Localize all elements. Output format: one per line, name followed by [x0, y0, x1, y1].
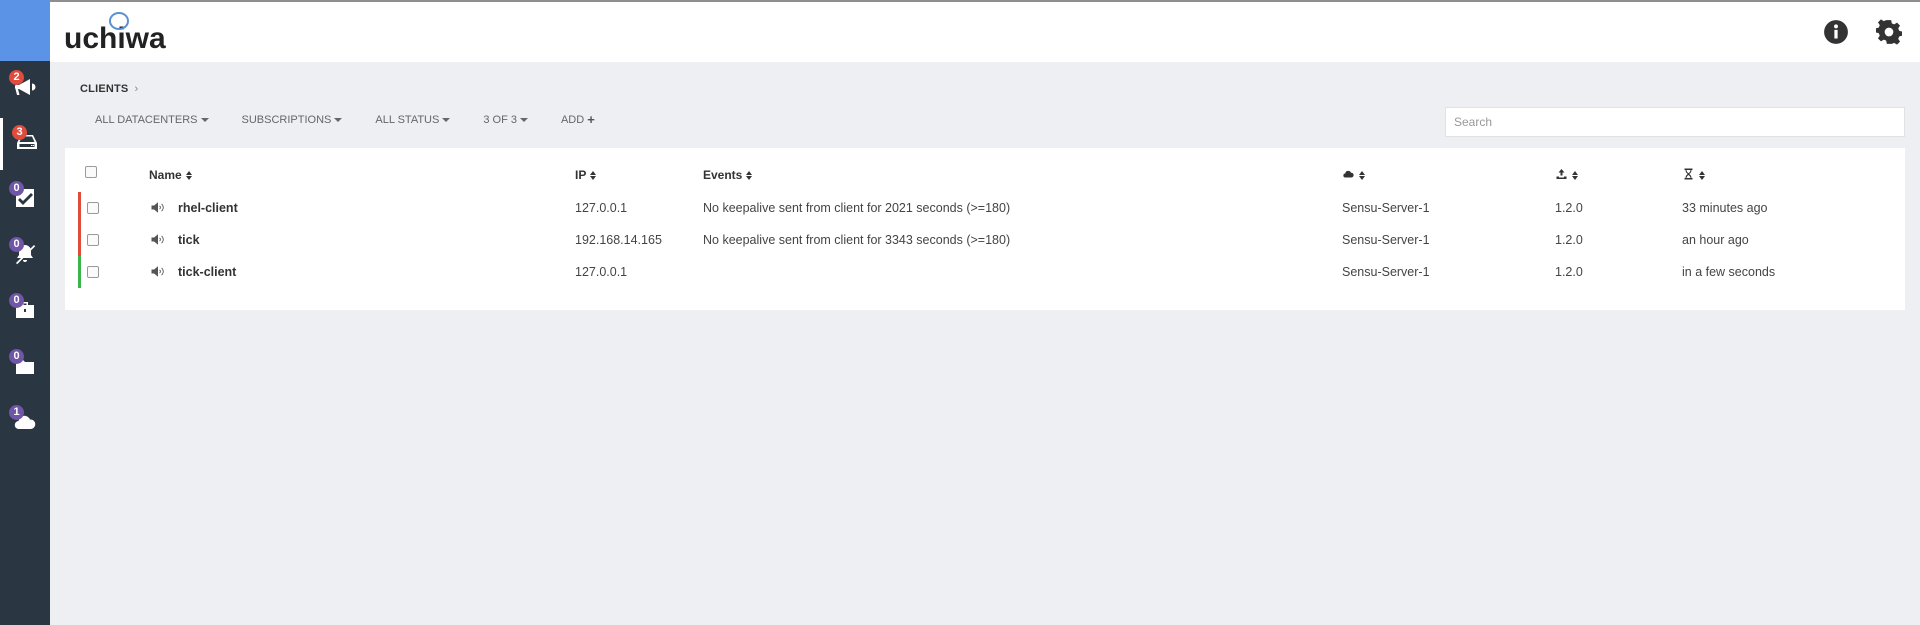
add-button[interactable]: ADD + [560, 112, 595, 127]
sidebar-brand-cap [0, 0, 50, 61]
status-indicator-critical [78, 192, 81, 224]
filter-bar: ALL DATACENTERS SUBSCRIPTIONS ALL STATUS… [95, 112, 628, 127]
client-name-link[interactable]: tick [178, 233, 200, 247]
client-name-link[interactable]: tick-client [178, 265, 236, 279]
checks-count-badge: 0 [9, 181, 24, 196]
speaker-icon[interactable] [150, 233, 166, 246]
events-header-label: Events [703, 168, 743, 182]
name-column-header[interactable]: Name [149, 168, 192, 182]
client-last-seen: in a few seconds [1682, 265, 1776, 279]
sort-icon [590, 170, 597, 180]
stashes-count-badge: 0 [9, 293, 24, 308]
sort-icon [1572, 171, 1578, 180]
client-event: No keepalive sent from client for 2021 s… [703, 201, 1011, 215]
client-event: No keepalive sent from client for 3343 s… [703, 233, 1011, 247]
plus-icon: + [587, 112, 595, 127]
caret-down-icon [442, 118, 451, 122]
caret-down-icon [519, 118, 528, 122]
sidebar: 2 3 0 0 0 0 1 [0, 0, 50, 625]
search-input[interactable] [1445, 107, 1905, 137]
table-row[interactable]: rhel-client 127.0.0.1 No keepalive sent … [65, 192, 1905, 224]
caret-down-icon [200, 118, 209, 122]
client-last-seen: 33 minutes ago [1682, 201, 1768, 215]
client-ip: 127.0.0.1 [575, 265, 628, 279]
sort-icon [1699, 171, 1705, 180]
last-seen-column-header[interactable] [1682, 168, 1705, 183]
status-indicator-ok [78, 256, 81, 288]
client-last-seen: an hour ago [1682, 233, 1749, 247]
datacenter-column-header[interactable] [1342, 168, 1365, 183]
events-column-header[interactable]: Events [703, 168, 753, 182]
status-indicator-critical [78, 224, 81, 256]
clients-count-badge: 3 [12, 125, 27, 140]
upload-icon [1555, 168, 1568, 183]
sidebar-item-datacenters[interactable]: 1 [0, 398, 50, 450]
status-filter-dropdown[interactable]: ALL STATUS [375, 114, 451, 126]
table-row[interactable]: tick-client 127.0.0.1 Sensu-Server-1 1.2… [65, 256, 1905, 288]
datacenters-filter-dropdown[interactable]: ALL DATACENTERS [95, 114, 209, 126]
speaker-icon[interactable] [150, 265, 166, 278]
breadcrumb: CLIENTS › [80, 83, 138, 95]
speaker-icon[interactable] [150, 201, 166, 214]
subscriptions-filter-label: SUBSCRIPTIONS [241, 114, 332, 126]
silenced-count-badge: 0 [9, 237, 24, 252]
select-all-checkbox[interactable] [85, 166, 97, 178]
events-count-badge: 2 [9, 70, 24, 85]
subscriptions-filter-dropdown[interactable]: SUBSCRIPTIONS [242, 114, 343, 126]
breadcrumb-separator: › [134, 83, 139, 95]
gear-icon[interactable] [1876, 19, 1902, 45]
table-row[interactable]: tick 192.168.14.165 No keepalive sent fr… [65, 224, 1905, 256]
breadcrumb-clients[interactable]: CLIENTS [80, 83, 128, 95]
pagination-dropdown[interactable]: 3 OF 3 [483, 114, 528, 126]
sort-icon [746, 170, 753, 180]
sidebar-item-aggregates[interactable]: 0 [0, 342, 50, 394]
aggregates-count-badge: 0 [9, 349, 24, 364]
info-icon[interactable] [1823, 19, 1849, 45]
logo-fan-mark [109, 12, 129, 30]
sidebar-item-silenced[interactable]: 0 [0, 230, 50, 282]
client-ip: 127.0.0.1 [575, 201, 628, 215]
clients-table: Name IP Events rhel-client 127.0.0.1 No … [65, 148, 1905, 310]
client-name-link[interactable]: rhel-client [178, 201, 238, 215]
sidebar-item-events[interactable]: 2 [0, 63, 50, 115]
version-column-header[interactable] [1555, 168, 1578, 183]
pagination-label: 3 OF 3 [483, 114, 517, 126]
datacenters-count-badge: 1 [9, 405, 24, 420]
ip-header-label: IP [575, 168, 587, 182]
client-ip: 192.168.14.165 [575, 233, 662, 247]
row-checkbox[interactable] [87, 266, 99, 278]
hourglass-icon [1682, 168, 1695, 183]
datacenters-filter-label: ALL DATACENTERS [95, 114, 198, 126]
ip-column-header[interactable]: IP [575, 168, 597, 182]
client-datacenter: Sensu-Server-1 [1342, 201, 1430, 215]
client-version: 1.2.0 [1555, 201, 1583, 215]
sidebar-item-clients[interactable]: 3 [0, 118, 50, 170]
top-header: uchiwa [50, 0, 1920, 62]
client-version: 1.2.0 [1555, 233, 1583, 247]
name-header-label: Name [149, 168, 182, 182]
cloud-icon [1342, 168, 1355, 183]
status-filter-label: ALL STATUS [375, 114, 440, 126]
row-checkbox[interactable] [87, 202, 99, 214]
row-checkbox[interactable] [87, 234, 99, 246]
app-logo[interactable]: uchiwa [64, 10, 166, 56]
caret-down-icon [334, 118, 343, 122]
client-datacenter: Sensu-Server-1 [1342, 265, 1430, 279]
sort-icon [185, 170, 192, 180]
sort-icon [1359, 171, 1365, 180]
sidebar-item-stashes[interactable]: 0 [0, 286, 50, 338]
sidebar-item-checks[interactable]: 0 [0, 174, 50, 226]
add-label: ADD [560, 114, 585, 126]
client-version: 1.2.0 [1555, 265, 1583, 279]
client-datacenter: Sensu-Server-1 [1342, 233, 1430, 247]
